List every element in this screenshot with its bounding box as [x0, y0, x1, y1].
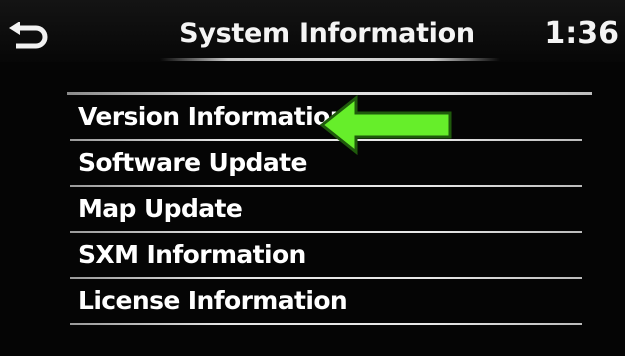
menu-item-label: Map Update — [78, 194, 243, 223]
title-underline — [160, 58, 500, 61]
screen-bezel-right — [625, 0, 629, 364]
clock: 1:36 — [544, 16, 619, 51]
arrow-left-icon — [318, 94, 454, 156]
menu-item-sxm-information[interactable]: SXM Information — [66, 233, 586, 279]
page-title: System Information — [179, 18, 475, 49]
menu-item-map-update[interactable]: Map Update — [66, 187, 586, 233]
menu-item-label: SXM Information — [78, 240, 306, 269]
menu-item-label: Software Update — [78, 148, 307, 177]
screen-bezel-bottom — [0, 356, 629, 364]
menu-item-label: Version Information — [78, 102, 347, 131]
back-button[interactable] — [6, 22, 48, 54]
header-bar: System Information 1:36 — [0, 0, 625, 62]
menu-divider — [70, 323, 582, 325]
menu-item-license-information[interactable]: License Information — [66, 279, 586, 325]
back-arrow-icon — [6, 22, 48, 54]
menu-item-label: License Information — [78, 286, 348, 315]
infotainment-screen: System Information 1:36 Version Informat… — [0, 0, 629, 364]
